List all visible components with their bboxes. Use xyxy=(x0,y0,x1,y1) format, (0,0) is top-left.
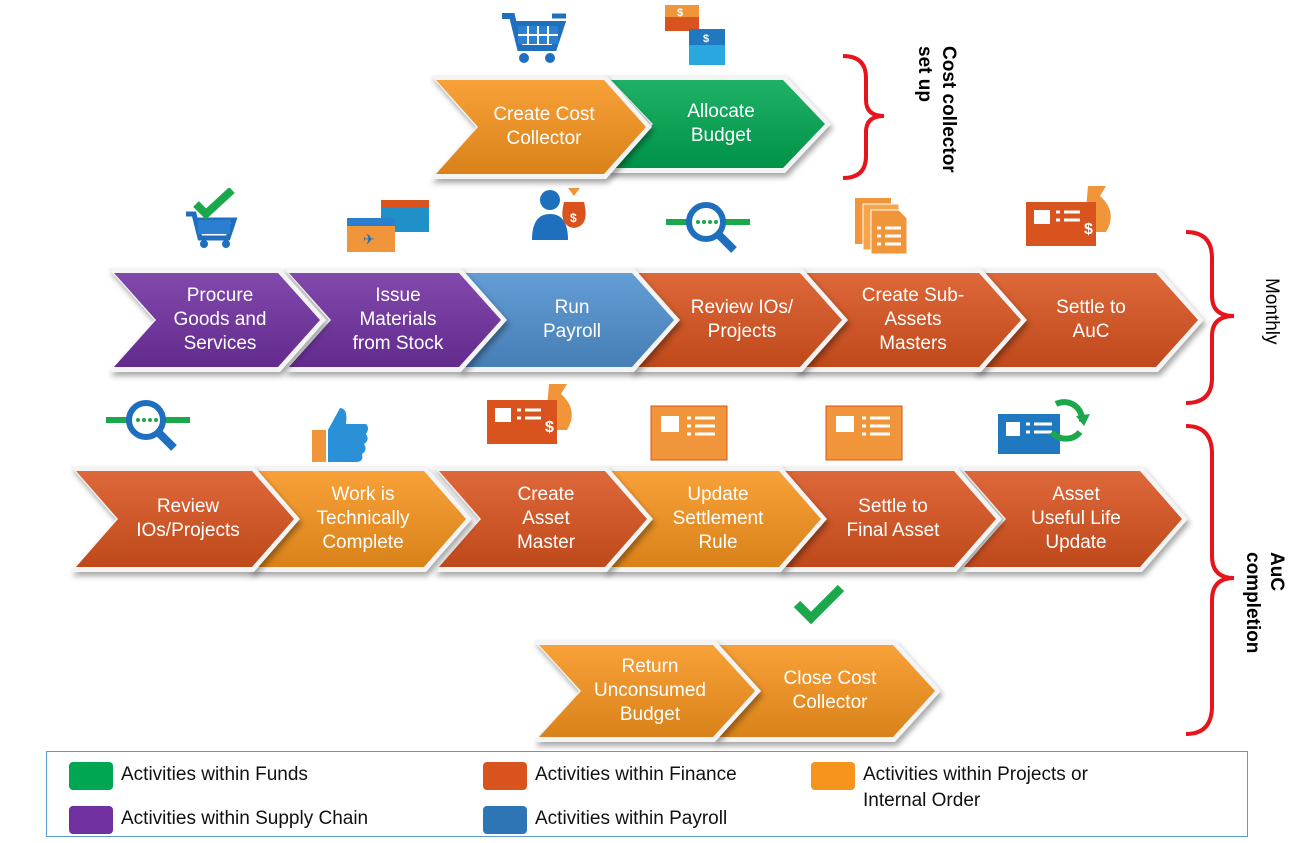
process-step-review-ios-projects: Review IOs/Projects xyxy=(70,466,300,572)
legend-item-supply-chain: Activities within Supply Chain xyxy=(69,806,368,834)
step-label: Update Settlement Rule xyxy=(672,484,764,553)
brace-setup xyxy=(842,54,885,180)
legend-swatch xyxy=(811,762,855,790)
legend-swatch xyxy=(483,806,527,834)
step-label: Work is Technically Complete xyxy=(316,484,410,553)
step-label: Settle to AuC xyxy=(1056,297,1126,342)
legend-item-finance: Activities within Finance xyxy=(483,762,737,790)
step-label: Close Cost Collector xyxy=(783,668,877,713)
legend-item-payroll: Activities within Payroll xyxy=(483,806,727,834)
legend-swatch xyxy=(69,806,113,834)
legend-item-projects: Activities within Projects or Internal O… xyxy=(811,762,1088,814)
step-label: Settle to Final Asset xyxy=(846,496,940,541)
step-label: Review IOs/ Projects xyxy=(690,297,794,342)
step-label: Create Cost Collector xyxy=(493,104,595,149)
legend-item-funds: Activities within Funds xyxy=(69,762,308,790)
legend-label: Activities within Funds xyxy=(121,764,308,785)
step-label: Asset Useful Life Update xyxy=(1031,484,1121,553)
legend-swatch xyxy=(69,762,113,790)
legend-label: Activities within Projects or Internal O… xyxy=(863,764,1088,811)
step-label: Run Payroll xyxy=(542,297,602,342)
process-step-procure-goods-and-services: Procure Goods and Services xyxy=(108,268,326,372)
process-step-return-unconsumed-budget: Return Unconsumed Budget xyxy=(533,640,761,742)
phase-label-completion: AuC completion xyxy=(1242,552,1287,654)
legend-label: Activities within Finance xyxy=(535,764,737,785)
legend-label: Activities within Supply Chain xyxy=(121,808,369,829)
step-label: Create Asset Master xyxy=(516,484,576,553)
process-step-create-cost-collector: Create Cost Collector xyxy=(430,75,652,179)
step-label: Allocate Budget xyxy=(687,101,755,146)
brace-completion xyxy=(1185,424,1235,736)
step-label: Return Unconsumed Budget xyxy=(594,656,706,725)
legend-label: Activities within Payroll xyxy=(535,808,728,829)
legend: Activities within Funds Activities withi… xyxy=(46,751,1248,837)
step-label: Procure Goods and Services xyxy=(173,285,267,354)
phase-label-monthly: Monthly xyxy=(1261,278,1282,345)
step-label: Review IOs/Projects xyxy=(136,496,240,541)
step-label: Create Sub- Assets Masters xyxy=(861,285,965,354)
phase-label-setup: Cost collector set up xyxy=(914,46,959,173)
legend-swatch xyxy=(483,762,527,790)
step-label: Issue Materials from Stock xyxy=(352,285,444,354)
